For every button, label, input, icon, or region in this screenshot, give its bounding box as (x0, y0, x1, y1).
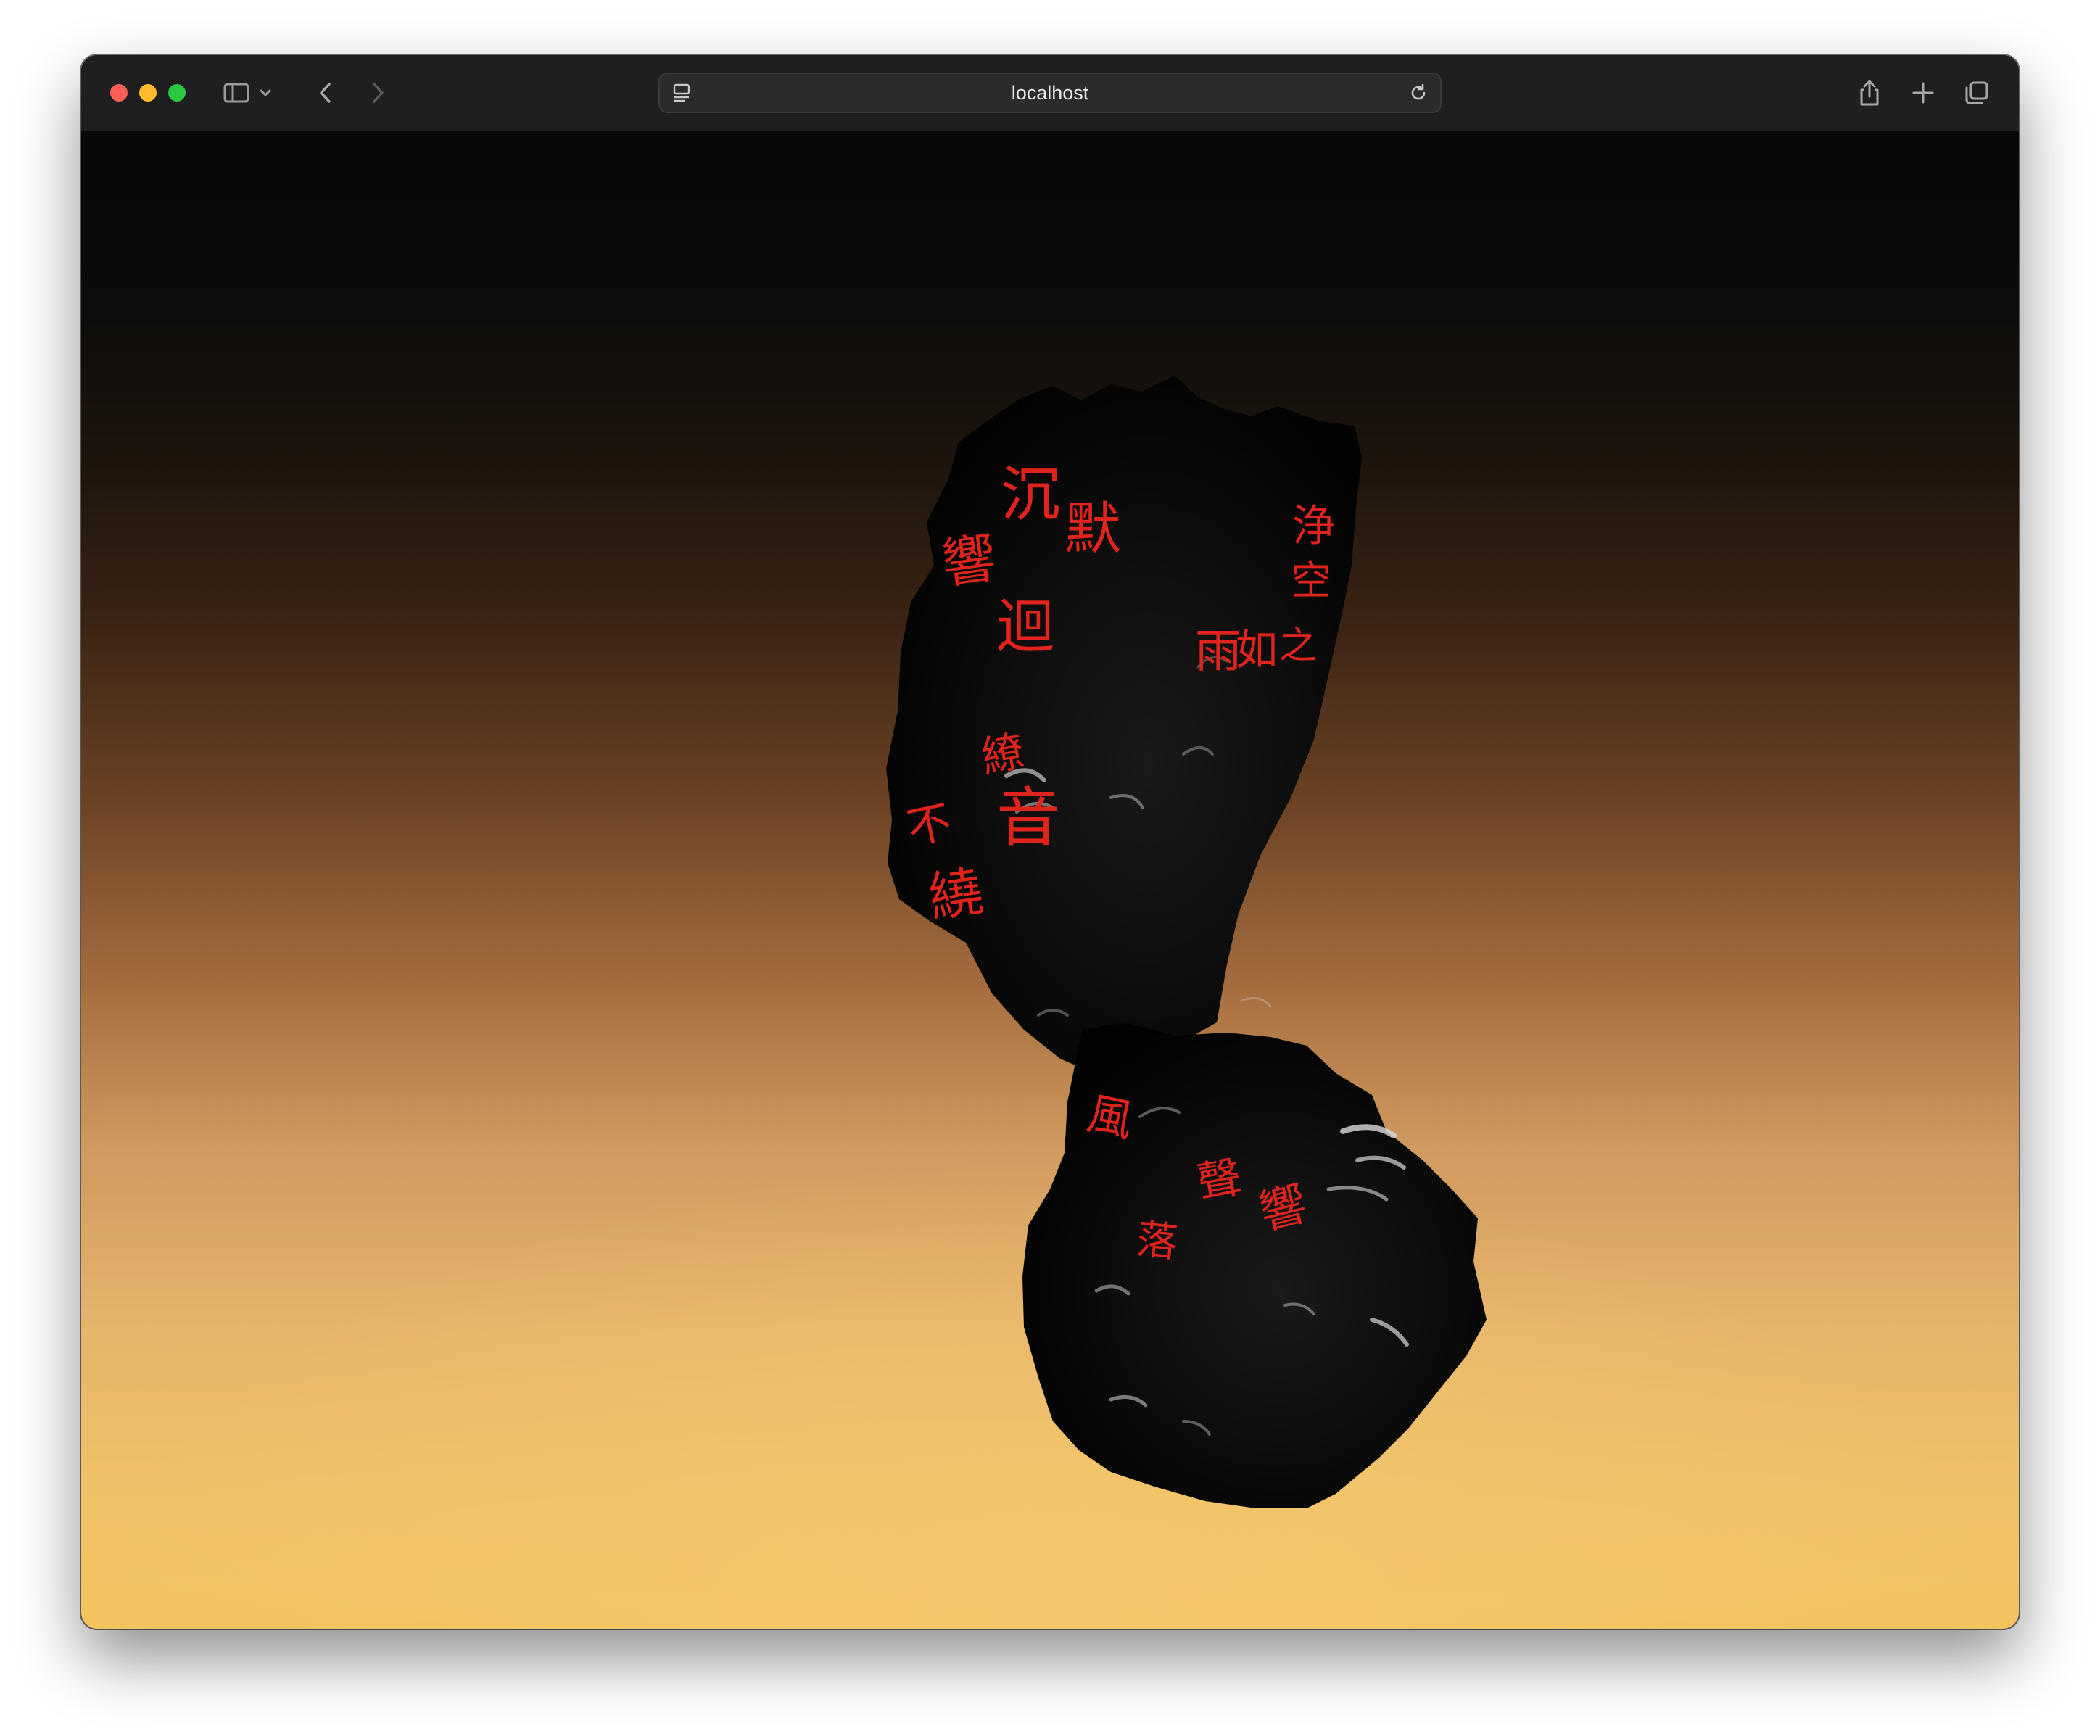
glyph: 迴 (996, 593, 1054, 661)
minimize-window-button[interactable] (139, 84, 157, 102)
plus-icon[interactable] (1906, 75, 1940, 110)
glyph: 聲 (1194, 1152, 1245, 1210)
reload-icon[interactable] (1404, 78, 1433, 107)
glyph: 空 (1291, 558, 1331, 605)
tab-overview-icon[interactable] (1959, 75, 1994, 110)
back-arrow-icon[interactable] (309, 75, 344, 110)
glyph: 音 (996, 780, 1060, 855)
glyph: 落 (1135, 1216, 1180, 1267)
glyph: 繞 (925, 860, 987, 929)
glyph: 雨 (1195, 625, 1241, 679)
maximize-window-button[interactable] (168, 84, 186, 102)
webgl-viewport[interactable]: 沉 默 響 迴 浄 空 之 雨 如 繚 音 不 繞 風 聲 落 響 (81, 131, 2019, 1629)
glyph: 繚 (978, 726, 1028, 782)
glyph: 之 (1279, 624, 1317, 668)
close-window-button[interactable] (110, 84, 128, 102)
forward-arrow-icon[interactable] (360, 75, 394, 110)
glyph: 沉 (1001, 460, 1060, 529)
glyph: 響 (938, 527, 1000, 596)
rock-scene: 沉 默 響 迴 浄 空 之 雨 如 繚 音 不 繞 風 聲 落 響 (886, 376, 1487, 1508)
browser-toolbar: localhost (81, 55, 2019, 132)
glyph: 浄 (1292, 501, 1336, 552)
url-text[interactable]: localhost (660, 74, 1440, 112)
glyph: 默 (1065, 497, 1121, 562)
browser-window: localhost 沉 默 響 迴 浄 空 之 雨 如 繚 音 不 繞 風 聲 … (81, 55, 2019, 1629)
address-bar[interactable]: localhost (658, 73, 1442, 113)
glyph: 如 (1236, 625, 1278, 674)
sidebar-icon[interactable] (219, 75, 254, 110)
share-icon[interactable] (1852, 75, 1887, 110)
chevron-down-icon[interactable] (255, 75, 276, 110)
rock-upper-lobe (886, 376, 1362, 1080)
